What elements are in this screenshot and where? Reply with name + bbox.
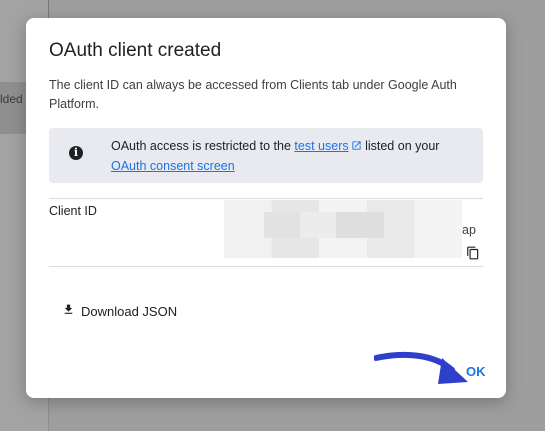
divider [49, 266, 483, 267]
dialog-description: The client ID can always be accessed fro… [49, 78, 457, 111]
background-item-label: lded [0, 92, 23, 106]
divider [49, 198, 483, 199]
client-id-label: Client ID [49, 204, 97, 218]
client-id-suffix: ap [462, 223, 476, 237]
dialog-title: OAuth client created [49, 40, 222, 61]
info-icon: i [69, 146, 83, 160]
client-id-value-redacted [224, 200, 462, 258]
consent-screen-link[interactable]: OAuth consent screen [111, 159, 235, 173]
info-notice: i OAuth access is restricted to the test… [49, 128, 483, 183]
download-icon [62, 303, 75, 319]
copy-icon[interactable] [466, 246, 480, 260]
external-link-icon[interactable] [351, 138, 362, 157]
notice-middle: listed on your [361, 139, 440, 153]
test-users-link[interactable]: test users [294, 139, 348, 153]
oauth-client-created-dialog: OAuth client created The client ID can a… [26, 18, 506, 398]
notice-text: OAuth access is restricted to the test u… [111, 137, 471, 176]
notice-prefix: OAuth access is restricted to the [111, 139, 295, 153]
background-divider [48, 0, 49, 18]
background-selected-item [0, 82, 26, 134]
download-json-button[interactable]: Download JSON [62, 300, 177, 322]
download-json-label: Download JSON [81, 303, 178, 319]
annotation-arrow [374, 351, 468, 384]
